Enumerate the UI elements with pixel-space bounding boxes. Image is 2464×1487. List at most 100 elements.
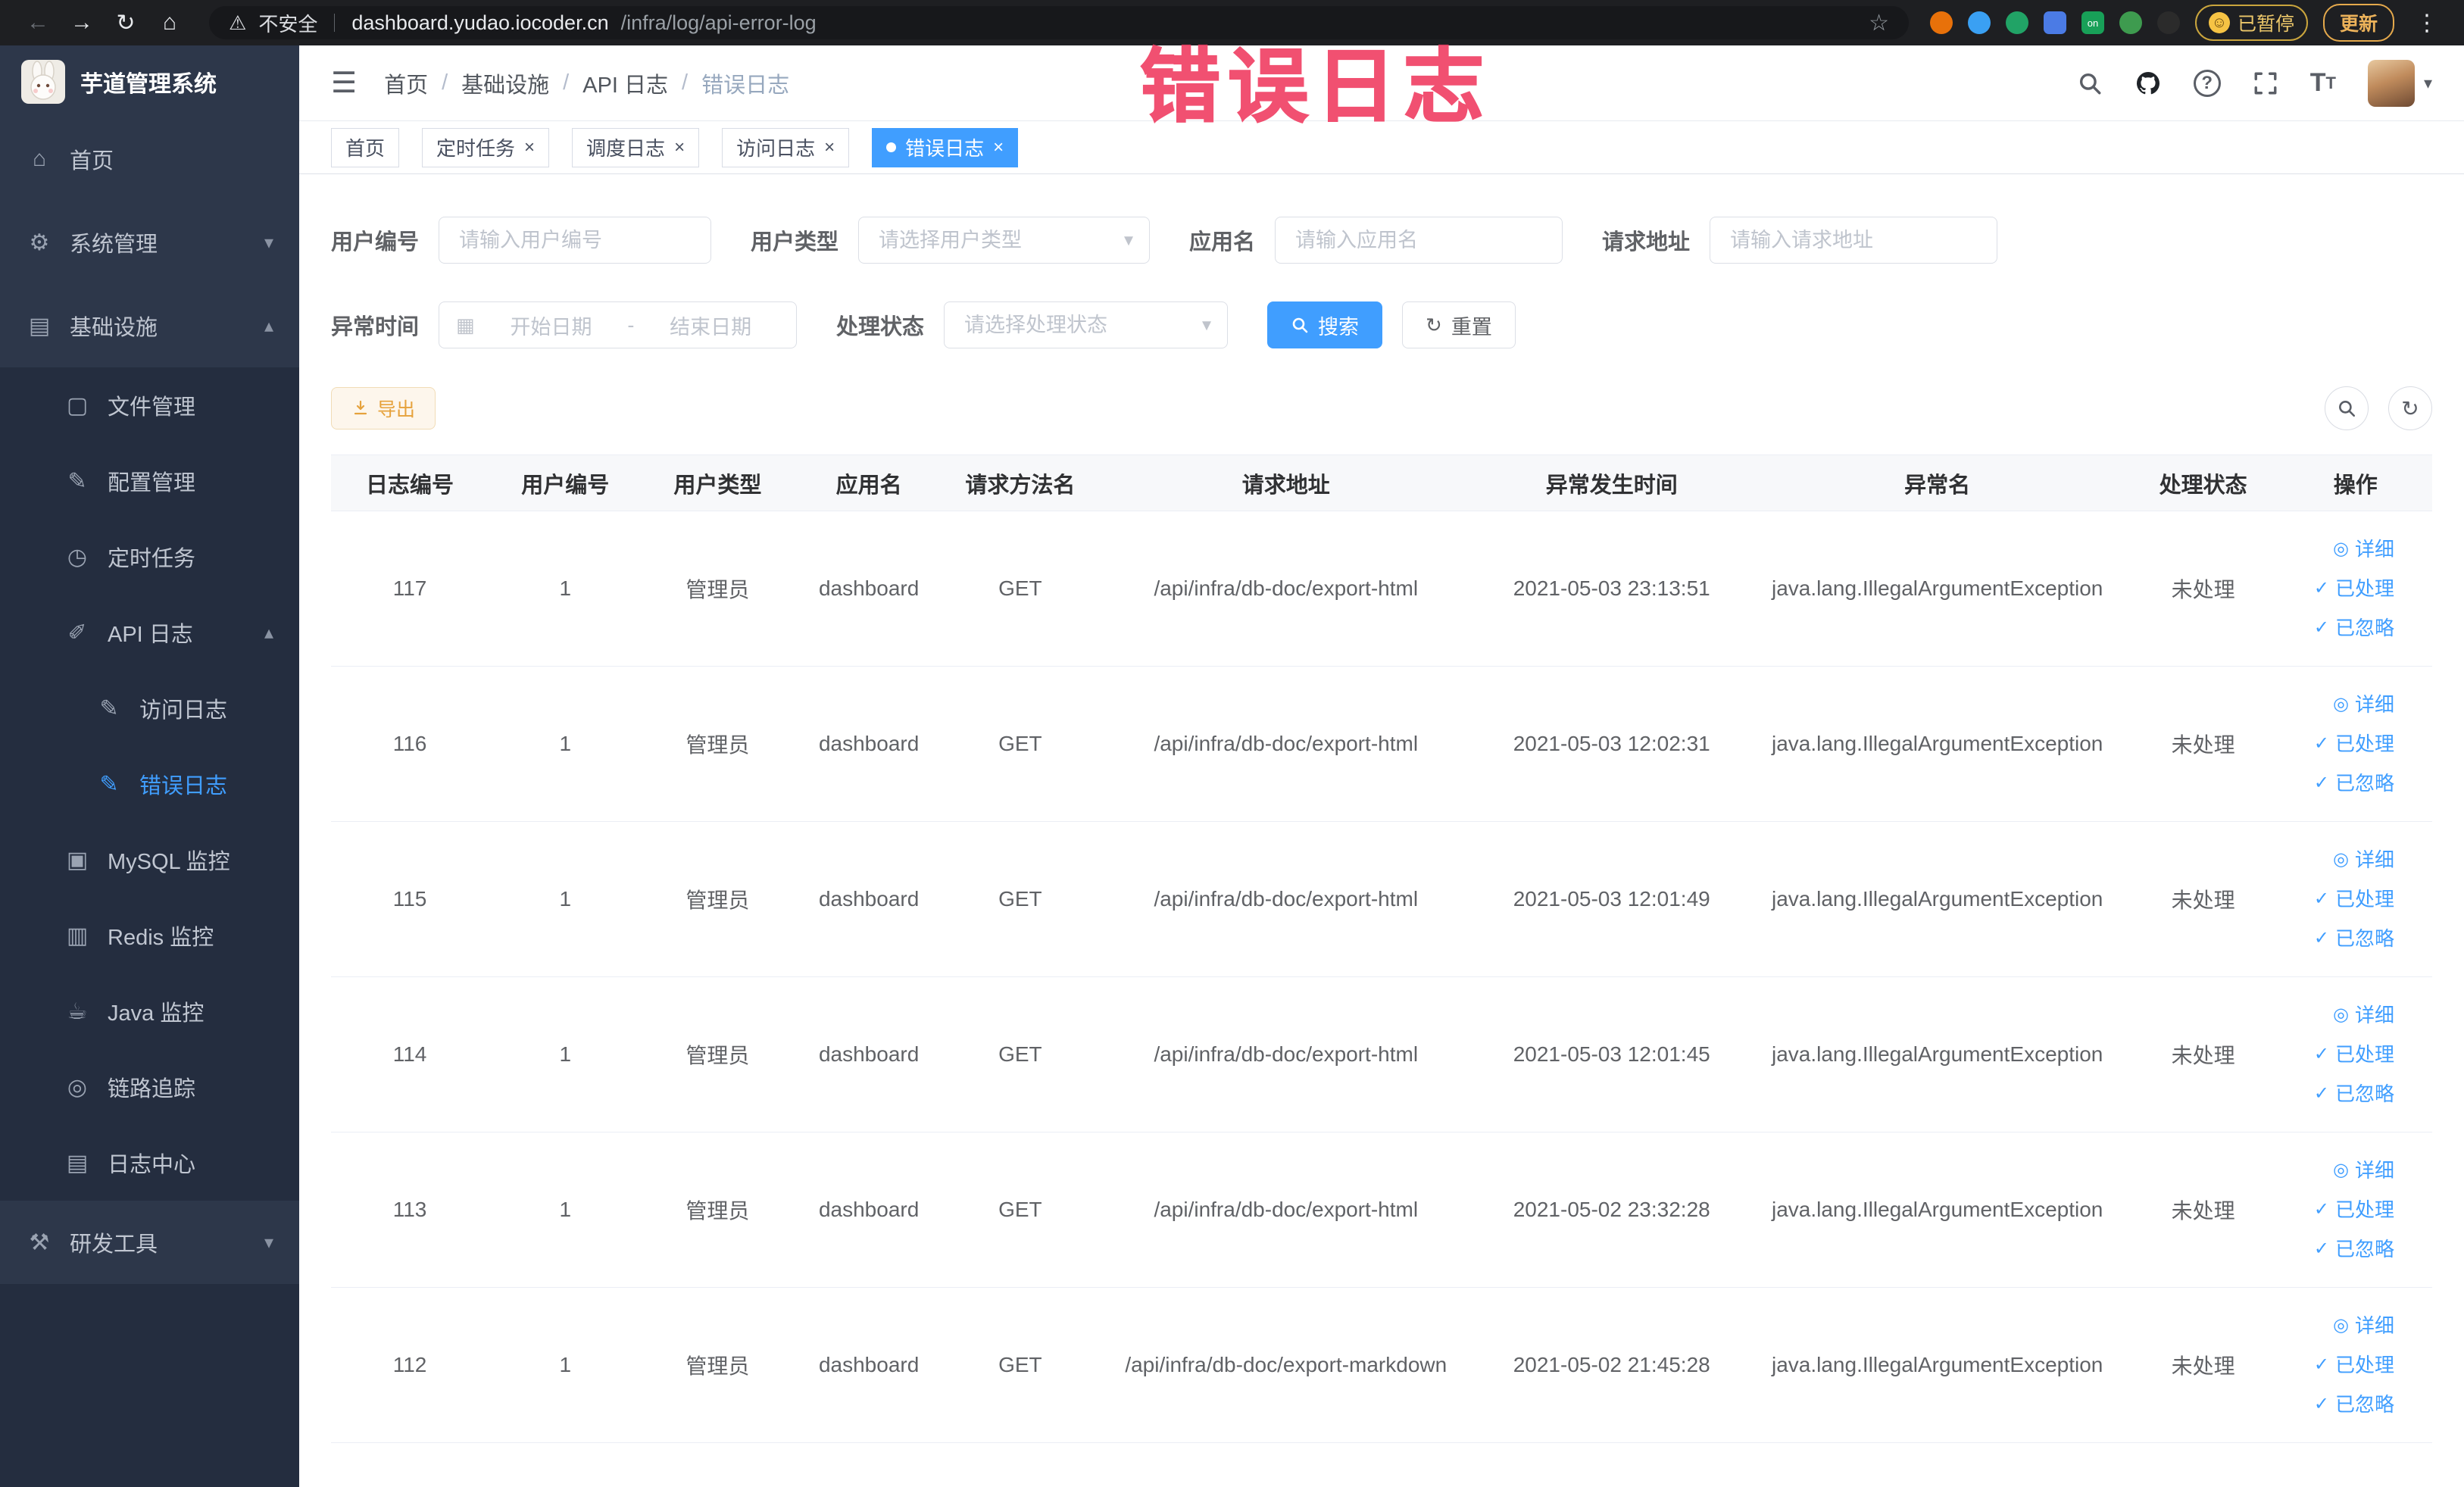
sidebar-item-label: 基础设施 <box>70 316 158 340</box>
address-bar[interactable]: ⚠ 不安全 dashboard.yudao.iocoder.cn/infra/l… <box>209 6 1909 39</box>
mark-ignored-link[interactable]: ✓ 已忽略 <box>2278 608 2394 648</box>
sidebar-item-cron-job[interactable]: ◷ 定时任务 <box>0 519 299 595</box>
sidebar-item-java-monitor[interactable]: ☕ Java 监控 <box>0 973 299 1049</box>
toggle-search-button[interactable] <box>2325 386 2369 430</box>
detail-link[interactable]: ◎ 详细 <box>2278 1151 2394 1190</box>
browser-menu-icon[interactable]: ⋮ <box>2409 10 2444 36</box>
app-name-input[interactable] <box>1275 217 1563 264</box>
browser-home-icon[interactable]: ⌂ <box>151 10 188 36</box>
mark-ignored-link[interactable]: ✓ 已忽略 <box>2278 1074 2394 1114</box>
mark-processed-link[interactable]: ✓ 已处理 <box>2278 724 2394 764</box>
fullscreen-icon[interactable] <box>2253 70 2278 96</box>
close-icon[interactable]: × <box>674 138 685 157</box>
infra-icon: ▤ <box>28 313 51 339</box>
search-icon[interactable] <box>2077 70 2103 96</box>
cell-exception-name: java.lang.IllegalArgumentException <box>1747 976 2128 1132</box>
mark-processed-link[interactable]: ✓ 已处理 <box>2278 569 2394 608</box>
sidebar-item-tracing[interactable]: ◎ 链路追踪 <box>0 1049 299 1125</box>
mark-processed-link[interactable]: ✓ 已处理 <box>2278 879 2394 919</box>
detail-link[interactable]: ◎ 详细 <box>2278 1306 2394 1345</box>
sidebar-item-infra[interactable]: ▤ 基础设施 ▴ <box>0 284 299 367</box>
table-row: 114 1 管理员 dashboard GET /api/infra/db-do… <box>331 976 2432 1132</box>
check-icon: ✓ <box>2313 1354 2329 1375</box>
logo[interactable]: 芋道管理系统 <box>0 45 299 117</box>
sidebar-item-home[interactable]: ⌂ 首页 <box>0 117 299 201</box>
url-host[interactable]: dashboard.yudao.iocoder.cn <box>351 11 608 35</box>
paused-extension-badge[interactable]: ☺ 已暂停 <box>2194 5 2308 41</box>
mark-ignored-link[interactable]: ✓ 已忽略 <box>2278 1385 2394 1424</box>
eye-icon: ◎ <box>2333 539 2349 559</box>
detail-link[interactable]: ◎ 详细 <box>2278 840 2394 879</box>
user-type-select[interactable] <box>858 217 1151 264</box>
refresh-table-button[interactable]: ↻ <box>2388 386 2432 430</box>
cell-log-id: 114 <box>331 976 489 1132</box>
close-icon[interactable]: × <box>824 138 835 157</box>
extension-icon-paw[interactable] <box>2156 11 2180 34</box>
extension-icon-4[interactable] <box>2043 11 2066 34</box>
breadcrumb-api-log[interactable]: API 日志 <box>582 67 668 99</box>
process-status-select[interactable] <box>944 301 1229 348</box>
extension-icon-3[interactable] <box>2005 11 2028 34</box>
user-id-input[interactable] <box>439 217 712 264</box>
cell-user-id: 1 <box>489 666 642 822</box>
detail-link[interactable]: ◎ 详细 <box>2278 530 2394 569</box>
tab-home[interactable]: 首页 <box>331 127 400 167</box>
tab-cron-job[interactable]: 定时任务 × <box>422 127 550 167</box>
mark-ignored-link[interactable]: ✓ 已忽略 <box>2278 919 2394 958</box>
date-range-picker[interactable]: ▦ 开始日期 - 结束日期 <box>439 301 798 348</box>
sidebar-item-api-log[interactable]: ✐ API 日志 ▴ <box>0 595 299 670</box>
mark-ignored-link[interactable]: ✓ 已忽略 <box>2278 764 2394 803</box>
tab-access-log[interactable]: 访问日志 × <box>722 127 850 167</box>
help-icon[interactable]: ? <box>2193 69 2221 97</box>
security-label[interactable]: 不安全 <box>258 9 317 37</box>
font-size-icon[interactable]: TT <box>2310 68 2336 98</box>
reset-button[interactable]: ↻ 重置 <box>1402 301 1516 348</box>
sidebar-item-system[interactable]: ⚙ 系统管理 ▾ <box>0 201 299 284</box>
detail-link[interactable]: ◎ 详细 <box>2278 995 2394 1035</box>
tab-schedule-log[interactable]: 调度日志 × <box>572 127 700 167</box>
back-icon[interactable]: ← <box>20 10 56 36</box>
avatar[interactable] <box>2367 59 2415 107</box>
forward-icon[interactable]: → <box>64 10 100 36</box>
cell-request-url: /api/infra/db-doc/export-html <box>1095 666 1476 822</box>
sidebar-item-error-log[interactable]: ✎ 错误日志 <box>0 746 299 822</box>
sidebar-item-mysql-monitor[interactable]: ▣ MySQL 监控 <box>0 822 299 898</box>
date-start-placeholder[interactable]: 开始日期 <box>482 311 620 340</box>
extension-icon-on[interactable]: on <box>2081 11 2104 34</box>
export-button[interactable]: 导出 <box>331 387 436 430</box>
search-button[interactable]: 搜索 <box>1267 301 1383 348</box>
sidebar-item-access-log[interactable]: ✎ 访问日志 <box>0 670 299 746</box>
mark-processed-link[interactable]: ✓ 已处理 <box>2278 1035 2394 1074</box>
cell-log-id: 115 <box>331 821 489 977</box>
mark-processed-link[interactable]: ✓ 已处理 <box>2278 1345 2394 1385</box>
request-url-input[interactable] <box>1710 217 1998 264</box>
sidebar-item-log-center[interactable]: ▤ 日志中心 <box>0 1125 299 1201</box>
sidebar-item-dev-tools[interactable]: ⚒ 研发工具 ▾ <box>0 1201 299 1284</box>
tab-error-log[interactable]: 错误日志 × <box>872 127 1019 167</box>
github-icon[interactable] <box>2135 70 2162 97</box>
browser-update-button[interactable]: 更新 <box>2322 4 2394 42</box>
breadcrumb-home[interactable]: 首页 <box>384 67 428 99</box>
sidebar-item-config-manage[interactable]: ✎ 配置管理 <box>0 443 299 519</box>
edit-icon: ✎ <box>99 695 119 721</box>
sidebar-item-file-manage[interactable]: ▢ 文件管理 <box>0 367 299 443</box>
extension-icon-leaf[interactable] <box>2119 11 2142 34</box>
url-path[interactable]: /infra/log/api-error-log <box>621 11 817 35</box>
bookmark-star-icon[interactable]: ☆ <box>1869 10 1889 36</box>
sidebar-item-redis-monitor[interactable]: ▥ Redis 监控 <box>0 898 299 973</box>
eye-icon: ◎ <box>2333 1004 2349 1025</box>
hamburger-icon[interactable]: ☰ <box>331 66 357 100</box>
extension-icon-2[interactable] <box>1967 11 1991 34</box>
user-menu[interactable]: ▾ <box>2367 59 2432 107</box>
date-end-placeholder[interactable]: 结束日期 <box>642 311 779 340</box>
mark-processed-link[interactable]: ✓ 已处理 <box>2278 1190 2394 1229</box>
col-actions: 操作 <box>2278 455 2432 511</box>
col-user-type: 用户类型 <box>642 455 794 511</box>
mark-ignored-link[interactable]: ✓ 已忽略 <box>2278 1229 2394 1269</box>
close-icon[interactable]: × <box>524 138 535 157</box>
reload-icon[interactable]: ↻ <box>108 10 144 36</box>
extension-icon-1[interactable] <box>1929 11 1953 34</box>
close-icon[interactable]: × <box>993 138 1004 157</box>
breadcrumb-infra[interactable]: 基础设施 <box>461 67 549 99</box>
detail-link[interactable]: ◎ 详细 <box>2278 685 2394 724</box>
